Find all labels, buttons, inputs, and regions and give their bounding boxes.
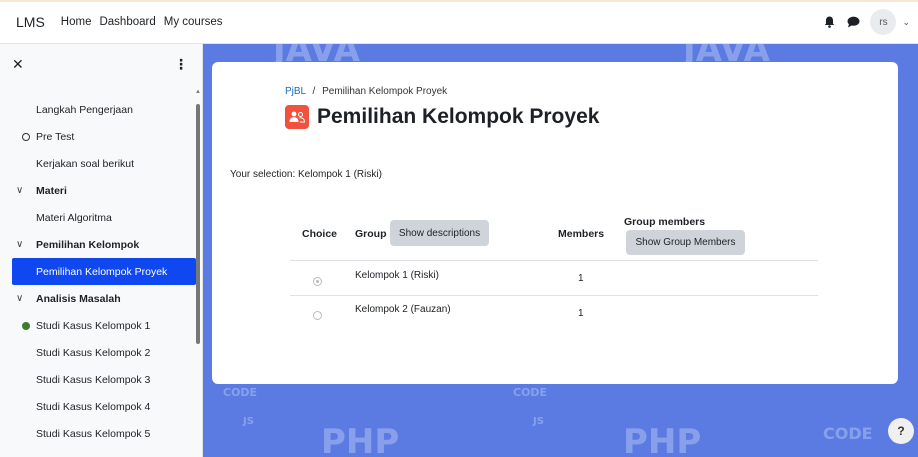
nav-link-home[interactable]: Home <box>61 16 92 28</box>
course-section-label: Pemilihan Kelompok <box>36 238 140 251</box>
chevron-down-icon[interactable]: ∨ <box>16 185 30 196</box>
nav-link-my-courses[interactable]: My courses <box>164 16 223 28</box>
top-navbar: LMS Home Dashboard My courses rs ⌄ <box>0 0 918 44</box>
course-index-item[interactable]: Langkah Pengerjaan <box>0 96 196 123</box>
chat-icon[interactable] <box>846 15 860 29</box>
column-header-members: Members <box>558 228 605 240</box>
group-radio-kelompok-1[interactable] <box>313 277 322 286</box>
course-index-item[interactable]: Kerjakan soal berikut <box>0 150 196 177</box>
course-index-item[interactable]: Studi Kasus Kelompok 1 <box>0 312 196 339</box>
background-word: CODE <box>823 424 873 443</box>
background-word: CODE <box>513 386 548 399</box>
course-index-item[interactable]: Studi Kasus Kelompok 5 <box>0 420 196 447</box>
bell-icon[interactable] <box>822 15 836 29</box>
course-section-label: Materi <box>36 184 67 197</box>
course-index-item-label: Studi Kasus Kelompok 3 <box>36 373 151 386</box>
course-section-analisis-masalah[interactable]: ∨ Analisis Masalah <box>0 285 196 312</box>
drawer-header: ✕ ⋮ <box>0 44 202 84</box>
course-index-drawer: ✕ ⋮ ▲ Langkah Pengerjaan Pre Test Kerjak… <box>0 44 203 457</box>
table-divider <box>290 295 818 296</box>
table-divider <box>290 260 818 261</box>
course-index-item-active[interactable]: Pemilihan Kelompok Proyek <box>12 258 196 285</box>
navbar-user-area: rs ⌄ <box>822 9 910 35</box>
course-index-item-label: Studi Kasus Kelompok 1 <box>36 319 151 332</box>
course-section-pemilihan-kelompok[interactable]: ∨ Pemilihan Kelompok <box>0 231 196 258</box>
current-selection-text: Your selection: Kelompok 1 (Riski) <box>230 169 382 180</box>
avatar[interactable]: rs <box>870 9 897 35</box>
course-index-item-label: Studi Kasus Kelompok 5 <box>36 427 151 440</box>
help-button[interactable]: ? <box>888 418 914 444</box>
course-section-materi[interactable]: ∨ Materi <box>0 177 196 204</box>
chevron-down-icon[interactable]: ∨ <box>16 239 30 250</box>
complete-circle-icon <box>22 321 36 330</box>
kebab-menu-icon[interactable]: ⋮ <box>174 56 188 73</box>
course-index-item-label: Pemilihan Kelompok Proyek <box>36 265 168 278</box>
background-word: JS <box>533 416 544 427</box>
main-content-card: PjBL / Pemilihan Kelompok Proyek Pemilih… <box>212 62 898 384</box>
course-index-item[interactable]: Studi Kasus Kelompok 2 <box>0 339 196 366</box>
drawer-scrollbar[interactable] <box>196 104 200 344</box>
background-word: PHP <box>321 422 400 457</box>
show-group-members-button[interactable]: Show Group Members <box>626 230 745 255</box>
column-header-choice: Choice <box>302 228 338 240</box>
group-name: Kelompok 1 (Riski) <box>355 270 439 281</box>
breadcrumb: PjBL / Pemilihan Kelompok Proyek <box>285 86 447 97</box>
course-index-item-label: Materi Algoritma <box>36 211 112 224</box>
course-section-label: Analisis Masalah <box>36 292 121 305</box>
course-index-list: Langkah Pengerjaan Pre Test Kerjakan soa… <box>0 96 196 447</box>
close-icon[interactable]: ✕ <box>12 56 24 73</box>
site-brand[interactable]: LMS <box>16 14 45 30</box>
chevron-down-icon[interactable]: ∨ <box>16 293 30 304</box>
chevron-down-icon[interactable]: ⌄ <box>902 17 910 28</box>
breadcrumb-separator: / <box>312 86 316 97</box>
show-descriptions-button[interactable]: Show descriptions <box>390 220 489 246</box>
background-word: JS <box>243 416 254 427</box>
breadcrumb-current: Pemilihan Kelompok Proyek <box>322 86 448 97</box>
column-header-group: Group <box>355 228 387 240</box>
group-name: Kelompok 2 (Fauzan) <box>355 304 451 315</box>
course-index-item[interactable]: Materi Algoritma <box>0 204 196 231</box>
column-header-group-members: Group members <box>624 216 706 228</box>
nav-link-dashboard[interactable]: Dashboard <box>99 16 155 28</box>
page-title: Pemilihan Kelompok Proyek <box>317 105 600 128</box>
course-index-item-label: Langkah Pengerjaan <box>36 103 133 116</box>
page-header: Pemilihan Kelompok Proyek <box>285 105 599 129</box>
course-index-item[interactable]: Studi Kasus Kelompok 3 <box>0 366 196 393</box>
group-radio-kelompok-2[interactable] <box>313 311 322 320</box>
scroll-up-icon[interactable]: ▲ <box>195 89 201 95</box>
course-index-item-label: Pre Test <box>36 130 75 143</box>
background-word: PHP <box>623 422 702 457</box>
incomplete-circle-icon <box>22 132 36 141</box>
course-index-item-label: Studi Kasus Kelompok 2 <box>36 346 151 359</box>
course-index-item[interactable]: Pre Test <box>0 123 196 150</box>
group-choice-icon <box>285 105 309 129</box>
navbar-accent-line <box>0 0 918 2</box>
course-index-item-label: Kerjakan soal berikut <box>36 157 135 170</box>
background-word: CODE <box>223 386 258 399</box>
course-index-item-label: Studi Kasus Kelompok 4 <box>36 400 151 413</box>
course-index-item[interactable]: Studi Kasus Kelompok 4 <box>0 393 196 420</box>
member-count: 1 <box>578 308 584 319</box>
breadcrumb-course-link[interactable]: PjBL <box>285 86 306 97</box>
member-count: 1 <box>578 273 584 284</box>
